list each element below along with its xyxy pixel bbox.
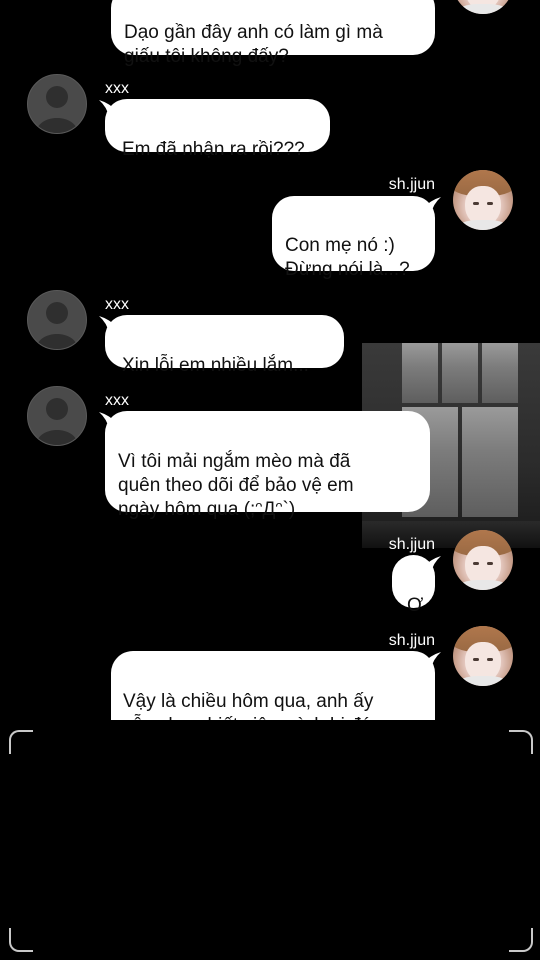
viewfinder-corner-top-left [9,730,33,754]
message-text: Ơ [407,595,424,616]
sender-name: xxx [105,392,129,409]
sender-name: xxx [105,296,129,313]
sender-name: sh.jjun [388,176,435,193]
message-text: Xin lỗi em nhiều lắm... [122,355,309,376]
message-bubble-left[interactable]: Em đã nhận ra rồi??? [105,99,330,160]
message-bubble-left[interactable]: Vì tôi mải ngắm mèo mà đã quên theo dõi … [105,411,430,520]
message-text: Em đã nhận ra rồi??? [122,139,305,160]
viewfinder-corner-bottom-left [9,928,33,952]
sh-jjun-avatar[interactable] [453,530,513,590]
message-text: Vì tôi mải ngắm mèo mà đã quên theo dõi … [118,451,354,520]
default-avatar-icon[interactable] [27,290,87,350]
message-text: Dạo gần đây anh có làm gì mà giấu tôi kh… [124,22,383,67]
message-bubble-right[interactable]: Vậy là chiều hôm qua, anh ấy vẫn chưa bi… [111,651,435,720]
message-text: Con mẹ nó :) Đừng nói là...? [285,235,410,280]
message-text: Vậy là chiều hôm qua, anh ấy vẫn chưa bi… [123,691,387,720]
message-bubble-right[interactable]: Dạo gần đây anh có làm gì mà giấu tôi kh… [111,0,435,67]
sh-jjun-avatar[interactable] [453,0,513,14]
default-avatar-icon[interactable] [27,74,87,134]
message-bubble-left[interactable]: Xin lỗi em nhiều lắm... [105,315,344,376]
viewfinder-corner-top-right [509,730,533,754]
default-avatar-icon[interactable] [27,386,87,446]
message-bubble-right[interactable]: Con mẹ nó :) Đừng nói là...? [272,196,435,280]
sh-jjun-avatar[interactable] [453,170,513,230]
viewfinder-corner-bottom-right [509,928,533,952]
sender-name: sh.jjun [388,632,435,649]
sender-name: sh.jjun [388,536,435,553]
message-bubble-right[interactable]: Ơ [392,555,435,616]
sender-name: xxx [105,80,129,97]
sh-jjun-avatar[interactable] [453,626,513,686]
chat-screen: Dạo gần đây anh có làm gì mà giấu tôi kh… [0,0,540,720]
